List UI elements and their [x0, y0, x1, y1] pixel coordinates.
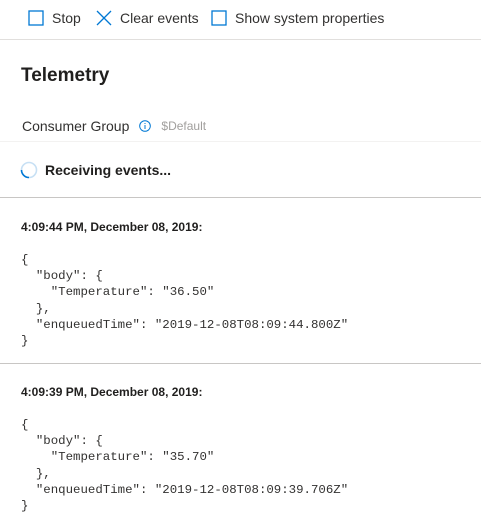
stop-label: Stop	[52, 10, 81, 26]
checkbox-square-icon	[28, 10, 44, 26]
consumer-group-row: Consumer Group	[22, 116, 362, 136]
receiving-status: Receiving events...	[20, 160, 171, 180]
consumer-group-input[interactable]	[161, 117, 362, 135]
stop-button[interactable]: Stop	[28, 0, 81, 36]
event-item: 4:09:39 PM, December 08, 2019: { "body":…	[21, 384, 471, 514]
show-system-properties-label: Show system properties	[235, 10, 385, 26]
event-timestamp: 4:09:39 PM, December 08, 2019:	[21, 385, 203, 399]
event-item: 4:09:44 PM, December 08, 2019: { "body":…	[21, 219, 471, 349]
event-separator	[0, 363, 481, 364]
event-timestamp: 4:09:44 PM, December 08, 2019:	[21, 220, 203, 234]
clear-events-button[interactable]: Clear events	[96, 0, 199, 36]
consumer-group-divider	[0, 141, 481, 142]
info-icon[interactable]	[139, 120, 152, 132]
page-title: Telemetry	[21, 65, 110, 86]
close-x-icon	[96, 10, 112, 26]
clear-events-label: Clear events	[120, 10, 199, 26]
checkbox-square-icon	[211, 10, 227, 26]
status-text: Receiving events...	[45, 162, 172, 178]
event-json-body: { "body": { "Temperature": "36.50" }, "e…	[21, 253, 349, 349]
toolbar: Stop Clear events Show system properties	[0, 0, 481, 40]
show-system-properties-checkbox[interactable]: Show system properties	[211, 0, 384, 36]
event-separator	[0, 197, 481, 198]
consumer-group-label: Consumer Group	[22, 118, 130, 134]
spinner-icon	[20, 161, 38, 179]
event-json-body: { "body": { "Temperature": "35.70" }, "e…	[21, 418, 349, 514]
